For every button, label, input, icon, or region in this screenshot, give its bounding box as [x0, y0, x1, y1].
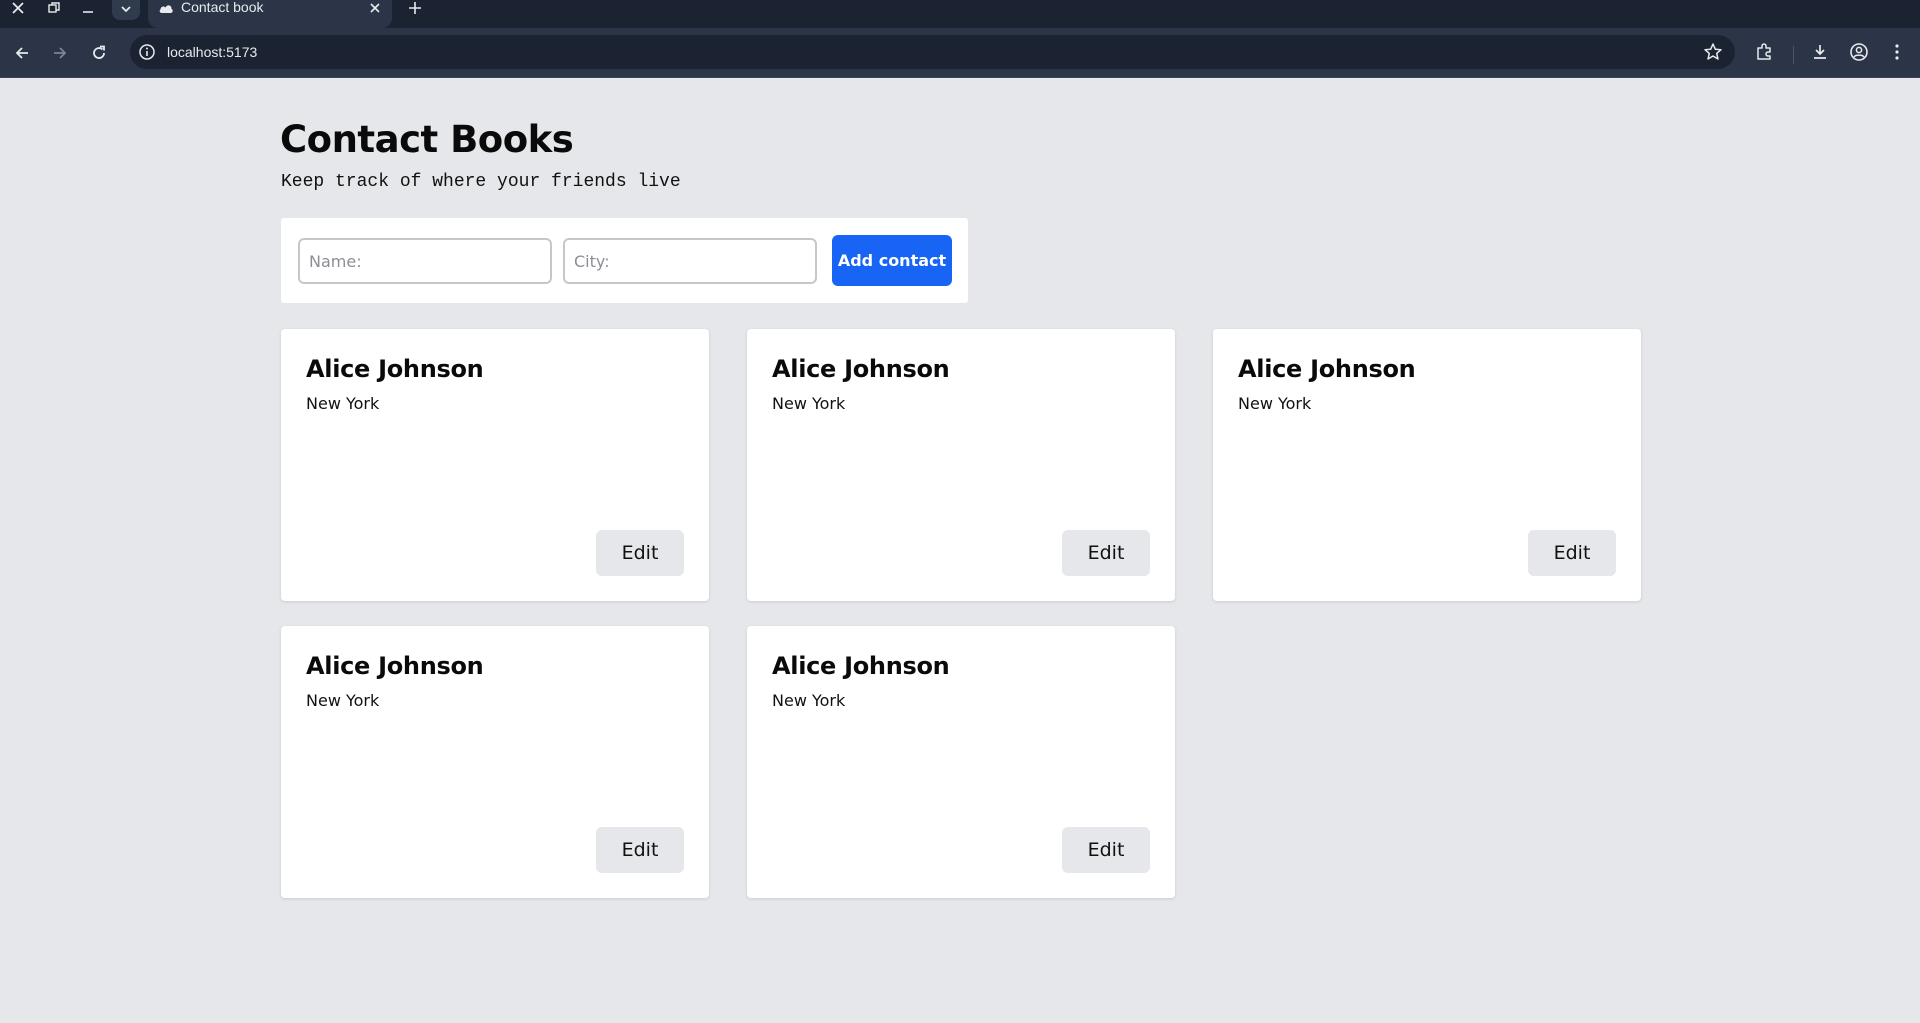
site-info-icon[interactable]	[138, 43, 156, 61]
download-icon[interactable]	[1808, 40, 1832, 64]
forward-button[interactable]	[48, 41, 72, 65]
page-subtitle: Keep track of where your friends live	[281, 172, 681, 192]
contact-city: New York	[1238, 394, 1312, 413]
contact-city: New York	[306, 394, 380, 413]
edit-contact-button[interactable]: Edit	[1062, 530, 1150, 576]
minimize-window-icon[interactable]	[72, 0, 104, 16]
edit-contact-button[interactable]: Edit	[1062, 827, 1150, 873]
back-button[interactable]	[10, 41, 34, 65]
city-input[interactable]	[563, 238, 817, 284]
cloud-icon	[159, 5, 173, 13]
contact-card: Alice Johnson New York Edit	[281, 329, 709, 601]
address-bar[interactable]: localhost:5173	[130, 35, 1735, 69]
edit-contact-button[interactable]: Edit	[596, 827, 684, 873]
contact-name: Alice Johnson	[772, 355, 950, 383]
bookmark-star-icon[interactable]	[1703, 42, 1723, 62]
contact-name: Alice Johnson	[772, 652, 950, 680]
extensions-icon[interactable]	[1752, 40, 1776, 64]
contact-card: Alice Johnson New York Edit	[1213, 329, 1641, 601]
plus-icon	[409, 2, 421, 14]
tab-title: Contact book	[181, 0, 264, 15]
contact-card: Alice Johnson New York Edit	[747, 329, 1175, 601]
profile-icon[interactable]	[1847, 40, 1871, 64]
menu-kebab-icon[interactable]	[1885, 40, 1909, 64]
contact-city: New York	[306, 691, 380, 710]
add-contact-button[interactable]: Add contact	[832, 235, 952, 286]
browser-tab[interactable]: Contact book	[148, 0, 392, 28]
tab-search-button[interactable]	[112, 0, 140, 20]
toolbar-divider	[1793, 46, 1794, 64]
contact-name: Alice Johnson	[306, 355, 484, 383]
reload-button[interactable]	[87, 41, 111, 65]
contact-card: Alice Johnson New York Edit	[747, 626, 1175, 898]
contact-name: Alice Johnson	[1238, 355, 1416, 383]
browser-toolbar: localhost:5173	[0, 28, 1920, 78]
contact-name: Alice Johnson	[306, 652, 484, 680]
close-tab-icon[interactable]	[368, 1, 382, 15]
contact-city: New York	[772, 691, 846, 710]
tab-strip: Contact book	[0, 0, 1920, 28]
close-window-icon[interactable]	[2, 0, 34, 16]
restore-window-icon[interactable]	[38, 0, 70, 16]
edit-contact-button[interactable]: Edit	[596, 530, 684, 576]
contact-city: New York	[772, 394, 846, 413]
chevron-down-icon	[121, 6, 131, 13]
arrow-right-icon	[54, 47, 67, 59]
edit-contact-button[interactable]: Edit	[1528, 530, 1616, 576]
url-text[interactable]: localhost:5173	[167, 43, 257, 61]
name-input[interactable]	[298, 238, 552, 284]
add-contact-form: Add contact	[281, 218, 968, 303]
arrow-left-icon	[15, 47, 28, 59]
page-title: Contact Books	[280, 118, 574, 161]
contact-card: Alice Johnson New York Edit	[281, 626, 709, 898]
reload-icon	[93, 45, 105, 59]
new-tab-button[interactable]	[406, 0, 424, 16]
